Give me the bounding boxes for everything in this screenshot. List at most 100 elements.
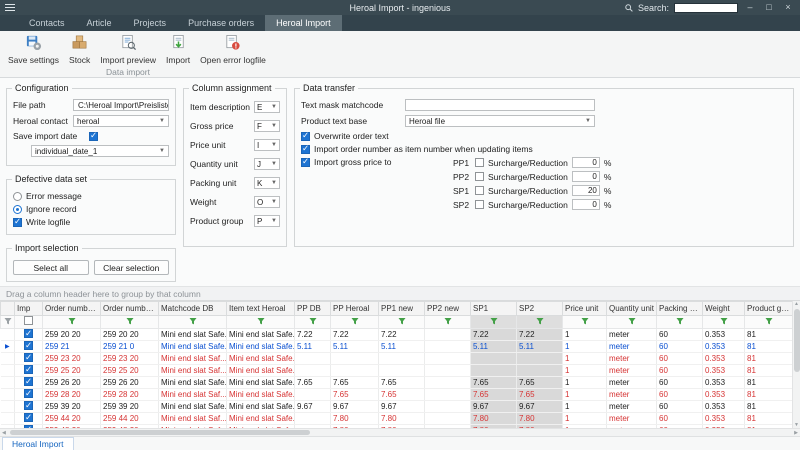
cell-pp2-new[interactable] <box>425 341 471 353</box>
cell-pp2-new[interactable] <box>425 329 471 341</box>
cell-matchcode-db[interactable]: Mini end slat Safe... <box>159 401 227 413</box>
cell-pp2-new[interactable] <box>425 365 471 377</box>
cell-sp2[interactable]: 7.80 <box>517 413 563 425</box>
surcharge-checkbox-sp1[interactable] <box>475 186 484 195</box>
cell-pp1-new[interactable] <box>379 353 425 365</box>
radio-error-message[interactable] <box>13 192 22 201</box>
row-indicator-cell[interactable] <box>1 353 15 365</box>
file-path-input[interactable]: C:\Heroal Import\Preisliste RSR 102671i <box>73 99 169 111</box>
cell-imp[interactable] <box>15 353 43 365</box>
cell-quantity-unit[interactable]: meter <box>607 329 657 341</box>
import-checkbox[interactable] <box>24 401 33 410</box>
cell-packing-unit[interactable]: 60 <box>657 365 703 377</box>
assignment-select-quantity-unit[interactable]: J▼ <box>254 158 280 170</box>
column-header-pp1-new[interactable]: PP1 new <box>379 302 425 316</box>
column-header-pp2-new[interactable]: PP2 new <box>425 302 471 316</box>
cell-pp-db[interactable] <box>295 389 331 401</box>
cell-matchcode-db[interactable]: Mini end slat Safe... <box>159 329 227 341</box>
surcharge-value-pp2[interactable]: 0 <box>572 171 600 182</box>
checkbox-row-overwrite-order-text[interactable]: Overwrite order text <box>301 131 787 141</box>
hamburger-menu-icon[interactable] <box>5 4 15 11</box>
cell-pp1-new[interactable] <box>379 365 425 377</box>
cell-price-unit[interactable]: 1 <box>563 401 607 413</box>
cell-item-text-heroal[interactable]: Mini end slat Safe... <box>227 329 295 341</box>
cell-sp2[interactable] <box>517 365 563 377</box>
row-indicator-cell[interactable] <box>1 401 15 413</box>
filter-cell-pp-db[interactable] <box>295 316 331 329</box>
cell-weight[interactable]: 0.353 <box>703 401 745 413</box>
column-header-sp1[interactable]: SP1 <box>471 302 517 316</box>
column-header-order-number-db[interactable]: Order number DB <box>43 302 101 316</box>
cell-imp[interactable] <box>15 341 43 353</box>
cell-product-group[interactable]: 81 <box>745 377 793 389</box>
cell-pp2-new[interactable] <box>425 401 471 413</box>
cell-pp2-new[interactable] <box>425 413 471 425</box>
horizontal-scroll-thumb[interactable] <box>10 430 310 435</box>
cell-packing-unit[interactable]: 60 <box>657 329 703 341</box>
cell-imp[interactable] <box>15 389 43 401</box>
cell-weight[interactable]: 0.353 <box>703 365 745 377</box>
text-mask-input[interactable] <box>405 99 595 111</box>
cell-order-number-db[interactable]: 259 26 20 <box>43 377 101 389</box>
table-row[interactable]: 259 26 20259 26 20Mini end slat Safe...M… <box>1 377 793 389</box>
cell-pp-db[interactable] <box>295 365 331 377</box>
tab-heroal-import[interactable]: Heroal Import <box>265 15 342 31</box>
column-header-weight[interactable]: Weight <box>703 302 745 316</box>
cell-order-numbe[interactable]: 259 23 20 <box>101 353 159 365</box>
row-indicator-cell[interactable] <box>1 389 15 401</box>
cell-sp1[interactable]: 7.80 <box>471 413 517 425</box>
cell-quantity-unit[interactable]: meter <box>607 353 657 365</box>
import-checkbox[interactable] <box>24 389 33 398</box>
cell-weight[interactable]: 0.353 <box>703 377 745 389</box>
checkbox-write-logfile[interactable] <box>13 218 22 227</box>
cell-pp-db[interactable]: 9.67 <box>295 401 331 413</box>
maximize-button[interactable]: □ <box>762 2 776 13</box>
table-row[interactable]: 259 20 20259 20 20Mini end slat Safe...M… <box>1 329 793 341</box>
cell-pp-heroal[interactable]: 7.65 <box>331 377 379 389</box>
cell-item-text-heroal[interactable]: Mini end slat Safe... <box>227 377 295 389</box>
option-error-message[interactable]: Error message <box>13 191 169 201</box>
table-row[interactable]: 259 44 20259 44 20Mini end slat Saf...Mi… <box>1 413 793 425</box>
cell-pp-heroal[interactable]: 7.65 <box>331 389 379 401</box>
cell-item-text-heroal[interactable]: Mini end slat Safe... <box>227 413 295 425</box>
document-tab-heroal-import[interactable]: Heroal Import <box>2 437 74 450</box>
filter-cell-matchcode-db[interactable] <box>159 316 227 329</box>
surcharge-value-sp1[interactable]: 20 <box>572 185 600 196</box>
cell-pp-db[interactable]: 7.22 <box>295 329 331 341</box>
cell-packing-unit[interactable]: 60 <box>657 389 703 401</box>
cell-item-text-heroal[interactable]: Mini end slat Safe... <box>227 365 295 377</box>
search-input[interactable] <box>674 3 738 13</box>
column-header-item-text-heroal[interactable]: Item text Heroal <box>227 302 295 316</box>
cell-sp1[interactable]: 7.65 <box>471 389 517 401</box>
tab-purchase-orders[interactable]: Purchase orders <box>177 15 265 31</box>
cell-matchcode-db[interactable]: Mini end slat Saf... <box>159 389 227 401</box>
cell-quantity-unit[interactable]: meter <box>607 365 657 377</box>
cell-pp-heroal[interactable]: 7.80 <box>331 413 379 425</box>
vertical-scroll-track[interactable] <box>793 307 800 422</box>
row-indicator-cell[interactable] <box>1 377 15 389</box>
cell-order-number-db[interactable]: 259 44 20 <box>43 413 101 425</box>
checkbox-row-import-gross-price-to[interactable]: Import gross price to <box>301 157 449 167</box>
clear-selection-button[interactable]: Clear selection <box>94 260 170 275</box>
cell-pp2-new[interactable] <box>425 389 471 401</box>
cell-order-numbe[interactable]: 259 28 20 <box>101 389 159 401</box>
cell-product-group[interactable]: 81 <box>745 353 793 365</box>
cell-quantity-unit[interactable]: meter <box>607 389 657 401</box>
option-ignore-record[interactable]: Ignore record <box>13 204 169 214</box>
cell-weight[interactable]: 0.353 <box>703 413 745 425</box>
assignment-select-packing-unit[interactable]: K▼ <box>254 177 280 189</box>
cell-pp-heroal[interactable]: 9.67 <box>331 401 379 413</box>
import-checkbox[interactable] <box>24 377 33 386</box>
cell-pp1-new[interactable]: 7.22 <box>379 329 425 341</box>
scroll-right-icon[interactable]: ▶ <box>794 430 798 436</box>
cell-order-number-db[interactable]: 259 20 20 <box>43 329 101 341</box>
cell-imp[interactable] <box>15 401 43 413</box>
column-header-order-numbe[interactable]: Order numbe... ▲ <box>101 302 159 316</box>
cell-product-group[interactable]: 81 <box>745 329 793 341</box>
import-checkbox[interactable] <box>24 365 33 374</box>
close-button[interactable]: × <box>781 2 795 13</box>
cell-pp1-new[interactable]: 5.11 <box>379 341 425 353</box>
table-row[interactable]: ▶259 21259 21 0Mini end slat Safe...Mini… <box>1 341 793 353</box>
assignment-select-weight[interactable]: O▼ <box>254 196 280 208</box>
cell-price-unit[interactable]: 1 <box>563 413 607 425</box>
